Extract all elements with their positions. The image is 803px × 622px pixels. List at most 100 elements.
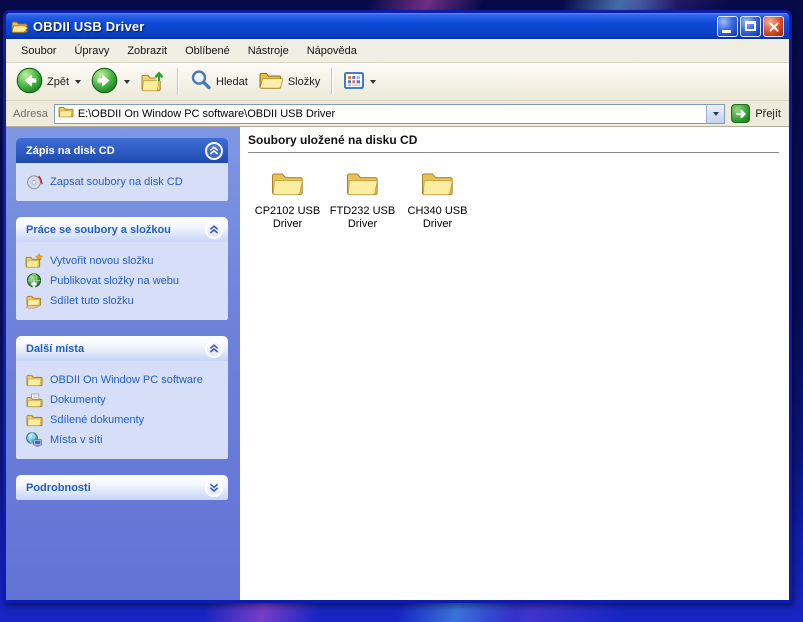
forward-dropdown-icon[interactable] xyxy=(124,80,130,84)
place-network[interactable]: Místa v síti xyxy=(25,430,222,450)
group-title: Soubory uložené na disku CD xyxy=(248,131,779,153)
panel-file-tasks: Práce se soubory a složkou xyxy=(16,217,228,320)
chevron-up-icon[interactable] xyxy=(205,142,223,160)
panel-cd-writing-body: Zapsat soubory na disk CD xyxy=(16,163,228,201)
go-button[interactable]: Přejít xyxy=(731,104,784,123)
place-label: Dokumenty xyxy=(50,394,106,407)
place-shared-documents[interactable]: Sdílené dokumenty xyxy=(25,410,222,430)
panel-details: Podrobnosti xyxy=(16,475,228,500)
cd-burn-icon xyxy=(25,174,43,190)
views-dropdown-icon[interactable] xyxy=(370,80,376,84)
task-publish-web[interactable]: Publikovat složky na webu xyxy=(25,271,222,291)
window-controls xyxy=(717,16,784,37)
share-folder-icon xyxy=(25,293,43,309)
chevron-down-icon[interactable] xyxy=(205,479,223,497)
folder-large-icon xyxy=(420,168,455,202)
address-value: E:\OBDII On Window PC software\OBDII USB… xyxy=(78,108,702,120)
search-icon xyxy=(190,69,212,94)
window-title: OBDII USB Driver xyxy=(33,19,712,34)
title-bar[interactable]: OBDII USB Driver xyxy=(6,13,789,39)
address-input[interactable]: E:\OBDII On Window PC software\OBDII USB… xyxy=(54,104,725,124)
folder-icon xyxy=(25,373,43,387)
search-button[interactable]: Hledat xyxy=(186,66,252,97)
menu-soubor[interactable]: Soubor xyxy=(12,42,65,60)
chevron-up-icon[interactable] xyxy=(205,340,223,358)
explorer-window: OBDII USB Driver Soubor Úpravy Zobrazit … xyxy=(3,10,792,603)
file-list-area: Soubory uložené na disku CD CP2102 USBDr… xyxy=(240,127,789,600)
menu-napoveda[interactable]: Nápověda xyxy=(298,42,366,60)
up-button[interactable] xyxy=(136,65,170,99)
toolbar: Zpět xyxy=(6,63,789,101)
folders-icon xyxy=(258,69,284,94)
close-button[interactable] xyxy=(763,16,784,37)
panel-title: Podrobnosti xyxy=(26,482,205,494)
folder-grid: CP2102 USBDriver FTD232 USBDriver xyxy=(248,153,779,231)
menu-zobrazit[interactable]: Zobrazit xyxy=(118,42,176,60)
minimize-button[interactable] xyxy=(717,16,738,37)
address-folder-icon xyxy=(58,105,74,123)
views-icon xyxy=(344,72,364,92)
panel-cd-writing: Zápis na disk CD xyxy=(16,138,228,201)
panel-title: Zápis na disk CD xyxy=(26,145,205,157)
folder-large-icon xyxy=(345,168,380,202)
forward-icon xyxy=(91,67,118,97)
menu-nastroje[interactable]: Nástroje xyxy=(239,42,298,60)
task-label: Vytvořit novou složku xyxy=(50,255,154,268)
folder-large-icon xyxy=(270,168,305,202)
place-label: Sdílené dokumenty xyxy=(50,414,144,427)
panel-title: Další místa xyxy=(26,343,205,355)
menu-oblibene[interactable]: Oblíbené xyxy=(176,42,239,60)
folder-item-cp2102[interactable]: CP2102 USBDriver xyxy=(250,168,325,231)
search-label: Hledat xyxy=(216,76,248,88)
task-burn-cd[interactable]: Zapsat soubory na disk CD xyxy=(25,172,222,192)
folders-button[interactable]: Složky xyxy=(254,66,324,97)
maximize-icon xyxy=(745,21,756,31)
task-label: Zapsat soubory na disk CD xyxy=(50,176,183,189)
folder-window-icon xyxy=(11,19,28,34)
panel-other-places-body: OBDII On Window PC software xyxy=(16,361,228,459)
task-label: Sdílet tuto složku xyxy=(50,295,134,308)
folder-item-ftd232[interactable]: FTD232 USBDriver xyxy=(325,168,400,231)
place-parent-folder[interactable]: OBDII On Window PC software xyxy=(25,370,222,390)
address-bar: Adresa E:\OBDII On Window PC software\OB… xyxy=(6,101,789,127)
minimize-icon xyxy=(722,30,731,33)
menu-upravy[interactable]: Úpravy xyxy=(65,42,118,60)
panel-file-tasks-body: Vytvořit novou složku xyxy=(16,242,228,320)
task-pane: Zápis na disk CD xyxy=(6,127,240,600)
menu-bar: Soubor Úpravy Zobrazit Oblíbené Nástroje… xyxy=(6,39,789,63)
place-label: OBDII On Window PC software xyxy=(50,374,203,387)
toolbar-separator xyxy=(331,68,333,95)
back-label: Zpět xyxy=(47,76,69,88)
toolbar-separator xyxy=(177,68,179,95)
chevron-down-icon xyxy=(713,112,719,116)
go-label: Přejít xyxy=(755,108,781,120)
panel-details-header[interactable]: Podrobnosti xyxy=(16,475,228,500)
back-dropdown-icon[interactable] xyxy=(75,80,81,84)
folder-label: FTD232 USBDriver xyxy=(330,205,395,231)
window-body: Zápis na disk CD xyxy=(6,127,789,600)
address-dropdown-button[interactable] xyxy=(706,105,724,123)
address-label: Adresa xyxy=(11,108,48,120)
back-button[interactable]: Zpět xyxy=(12,64,85,100)
maximize-button[interactable] xyxy=(740,16,761,37)
task-share-folder[interactable]: Sdílet tuto složku xyxy=(25,291,222,311)
go-icon xyxy=(731,104,750,123)
place-documents[interactable]: Dokumenty xyxy=(25,390,222,410)
back-icon xyxy=(16,67,43,97)
panel-cd-writing-header[interactable]: Zápis na disk CD xyxy=(16,138,228,163)
task-label: Publikovat složky na webu xyxy=(50,275,179,288)
chevron-up-icon[interactable] xyxy=(205,221,223,239)
forward-button[interactable] xyxy=(87,64,134,100)
desktop-background: OBDII USB Driver Soubor Úpravy Zobrazit … xyxy=(0,0,803,622)
panel-file-tasks-header[interactable]: Práce se soubory a složkou xyxy=(16,217,228,242)
up-folder-icon xyxy=(140,68,166,96)
panel-other-places-header[interactable]: Další místa xyxy=(16,336,228,361)
shared-folder-icon xyxy=(25,413,43,427)
folder-item-ch340[interactable]: CH340 USBDriver xyxy=(400,168,475,231)
new-folder-icon xyxy=(25,253,43,269)
panel-other-places: Další místa xyxy=(16,336,228,459)
task-new-folder[interactable]: Vytvořit novou složku xyxy=(25,251,222,271)
views-button[interactable] xyxy=(340,69,380,95)
folder-label: CH340 USBDriver xyxy=(408,205,468,231)
folders-label: Složky xyxy=(288,76,320,88)
